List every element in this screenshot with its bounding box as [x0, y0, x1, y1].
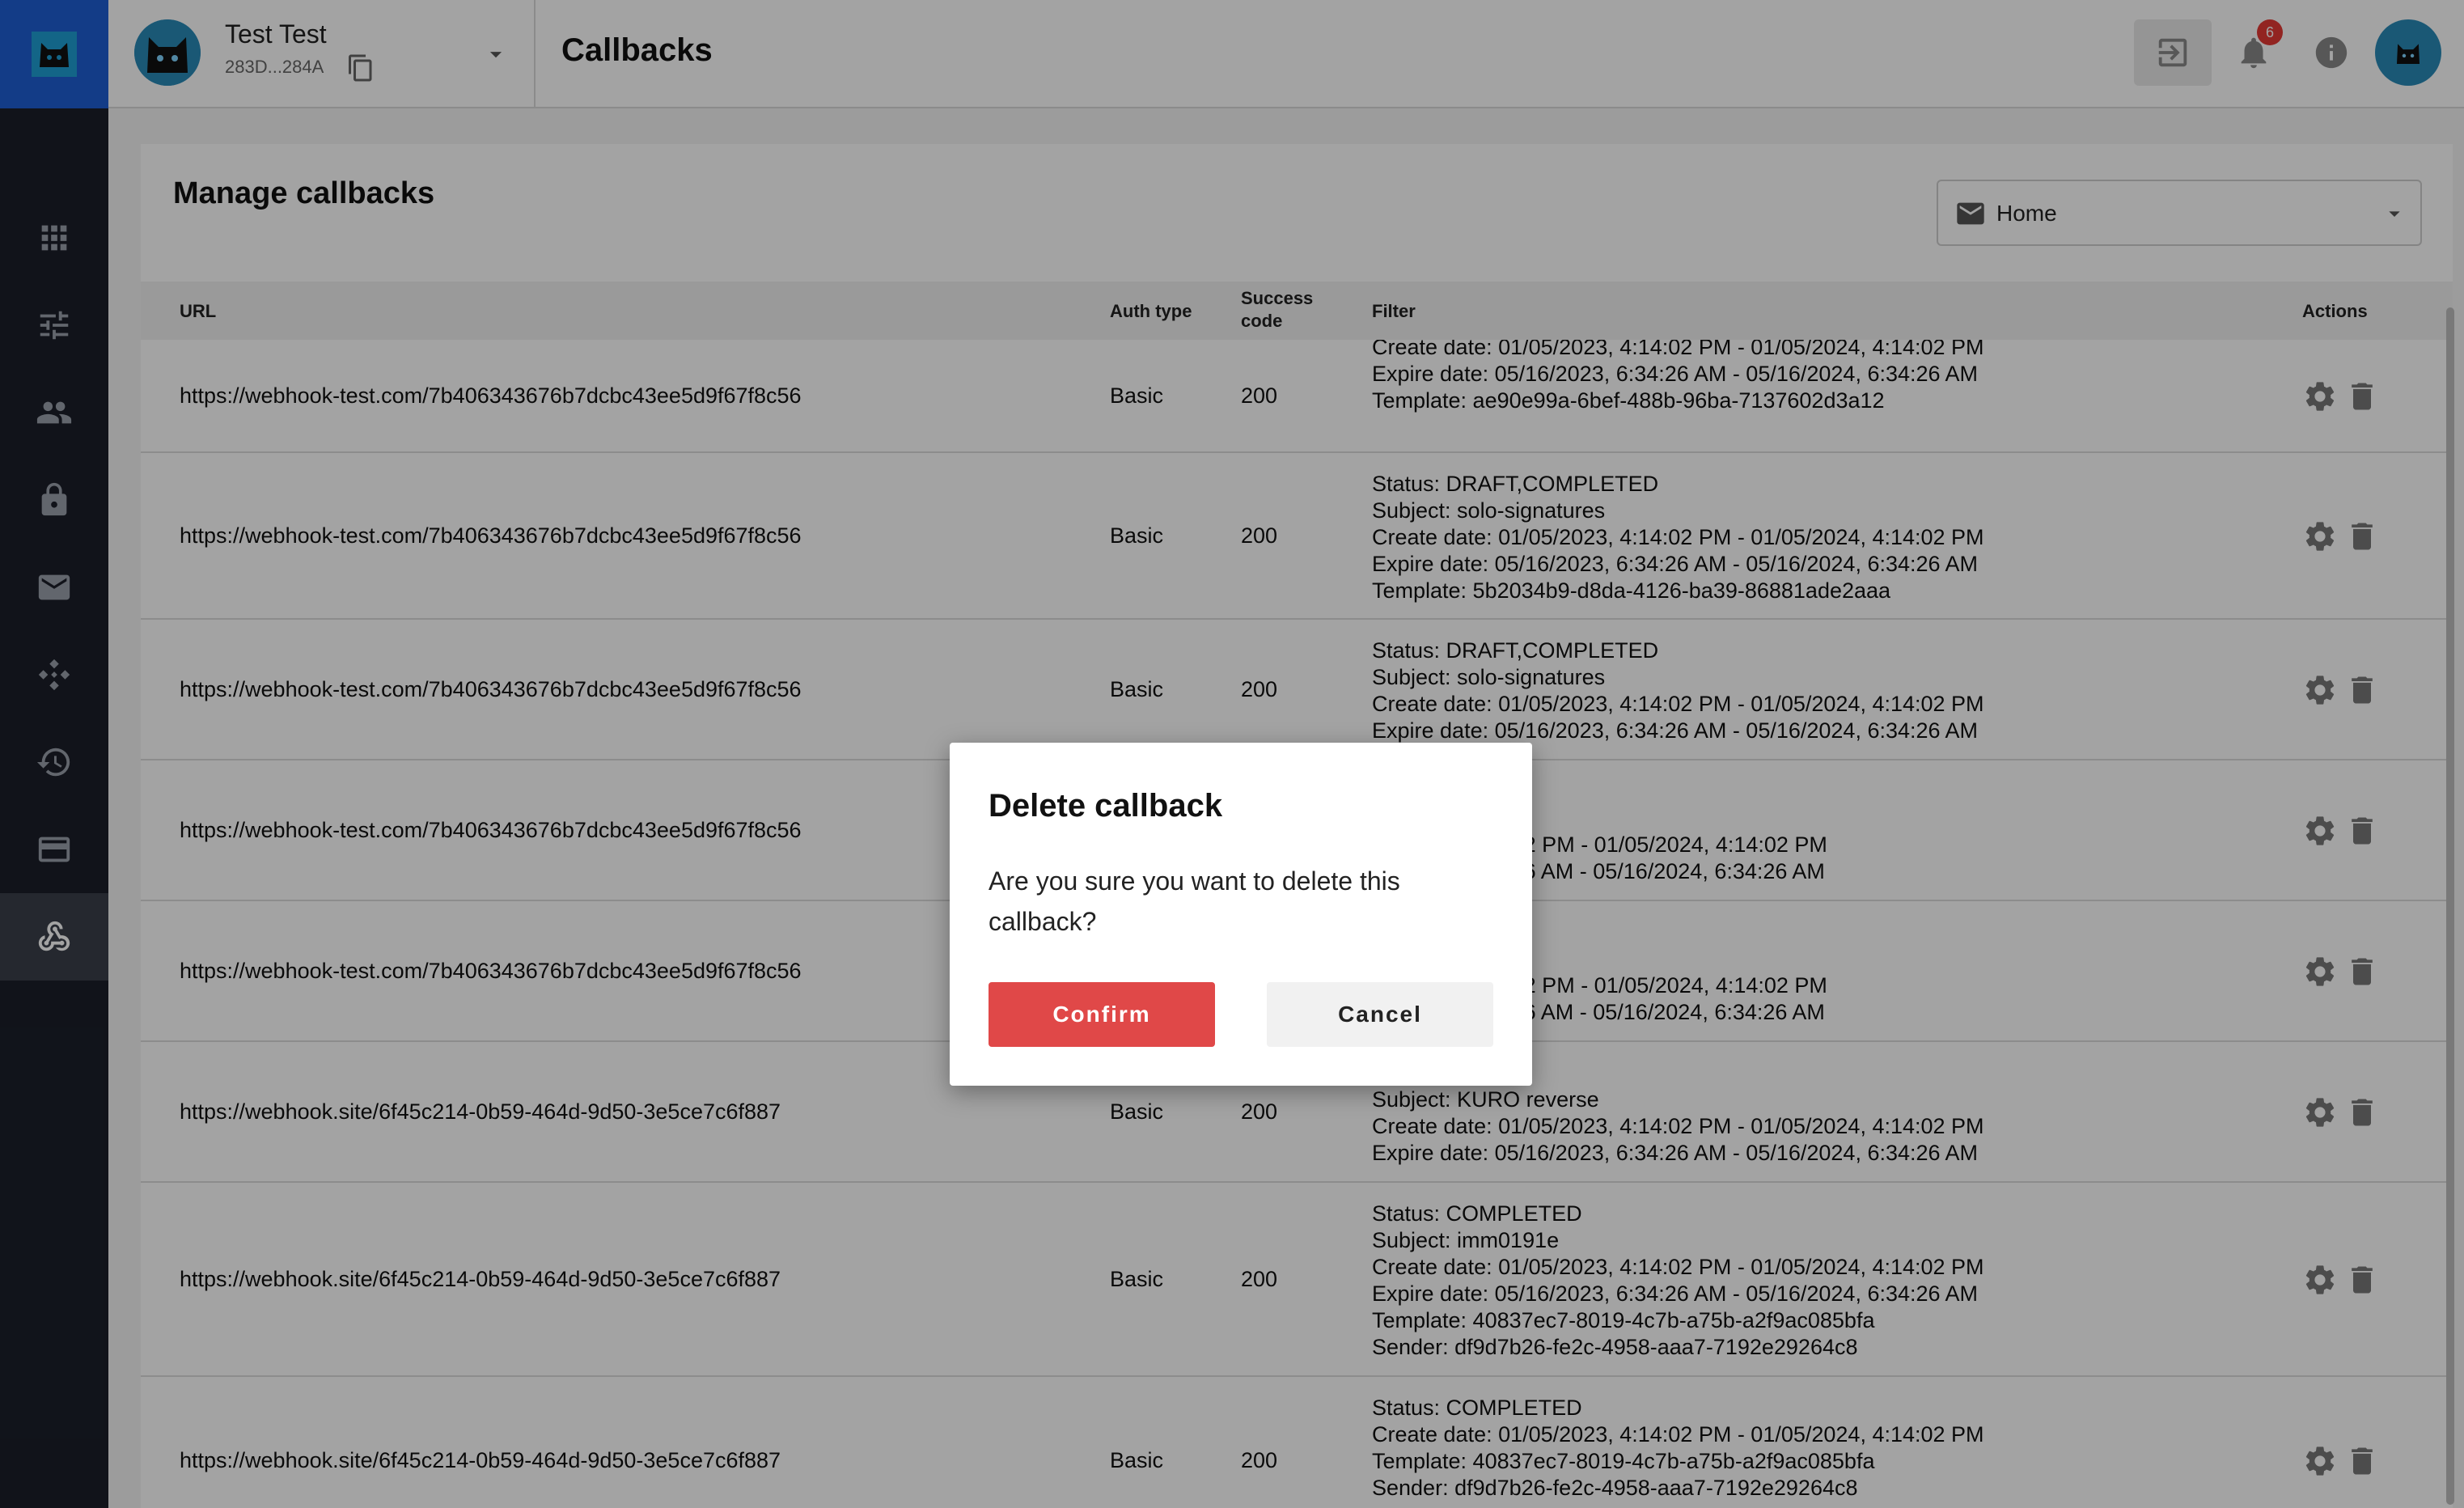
cancel-button[interactable]: Cancel [1267, 982, 1493, 1047]
dialog-title: Delete callback [989, 788, 1223, 824]
dialog-message: Are you sure you want to delete this cal… [989, 866, 1400, 936]
confirm-button[interactable]: Confirm [989, 982, 1215, 1047]
delete-callback-dialog: Delete callback Are you sure you want to… [950, 743, 1532, 1086]
